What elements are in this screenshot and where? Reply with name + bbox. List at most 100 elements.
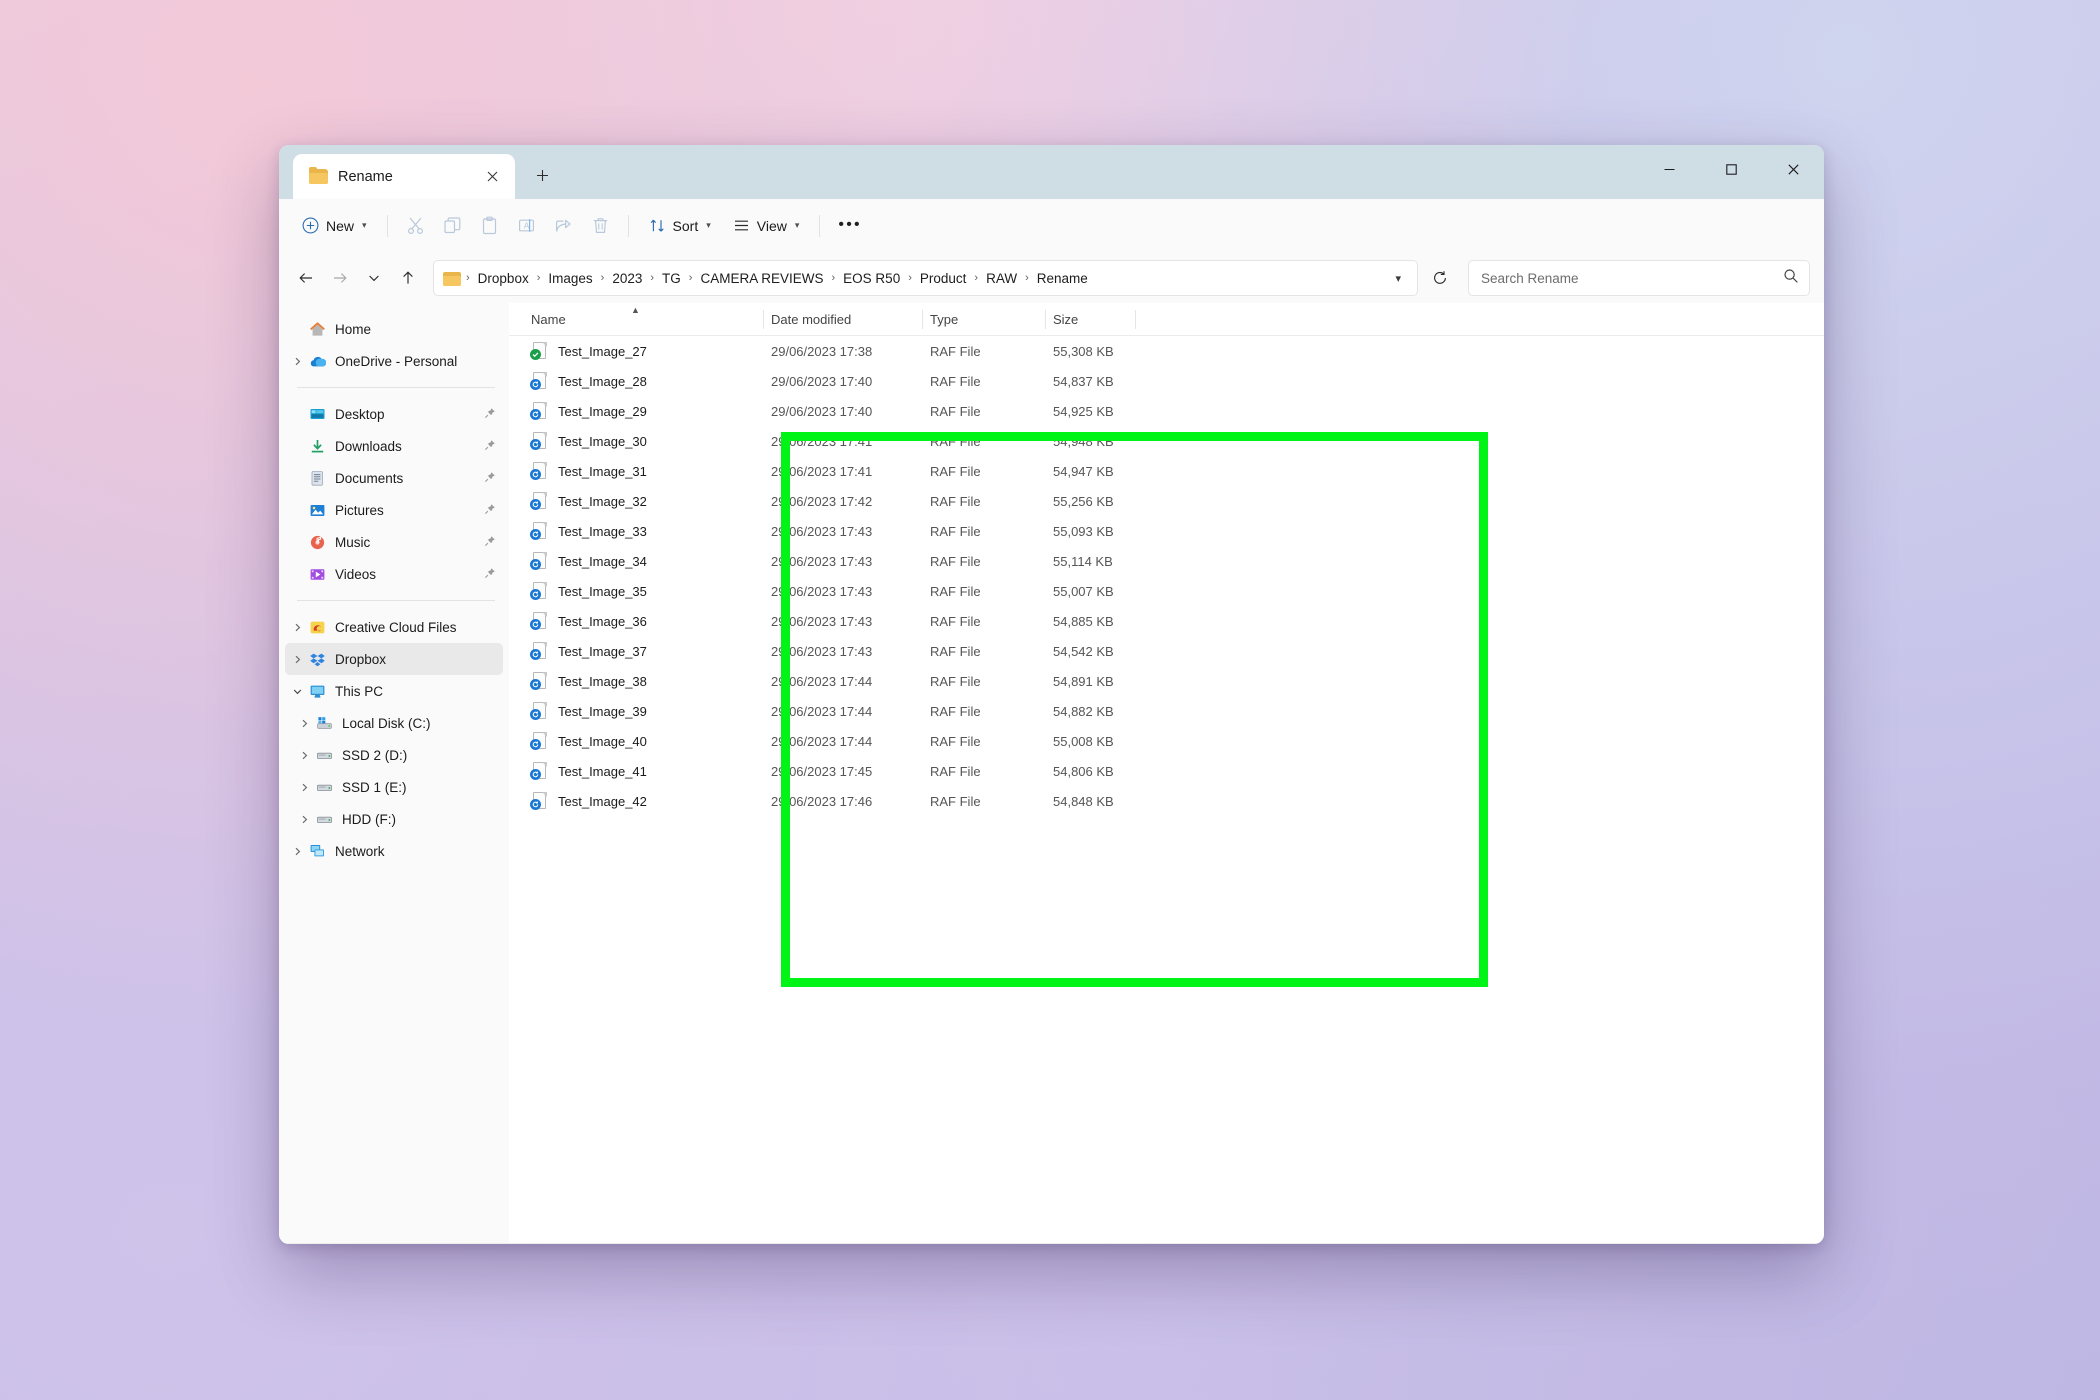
- column-header-date[interactable]: Date modified: [763, 303, 922, 336]
- sidebar-item-local-disk-c[interactable]: Local Disk (C:): [285, 707, 503, 739]
- breadcrumb-item-dropbox[interactable]: Dropbox: [472, 268, 535, 289]
- file-name-cell[interactable]: Test_Image_29: [523, 396, 763, 426]
- see-more-button[interactable]: •••: [829, 207, 870, 245]
- file-list-pane[interactable]: Name ▲ Date modified Type Size Test_Imag…: [509, 303, 1824, 1243]
- maximize-icon[interactable]: [1700, 145, 1762, 193]
- file-name-cell[interactable]: Test_Image_32: [523, 486, 763, 516]
- pin-icon[interactable]: [484, 407, 496, 422]
- chevron-right-icon[interactable]: [287, 356, 307, 367]
- sidebar-item-dropbox[interactable]: Dropbox: [285, 643, 503, 675]
- file-name-cell[interactable]: Test_Image_31: [523, 456, 763, 486]
- sidebar-item-ssd-1-e[interactable]: SSD 1 (E:): [285, 771, 503, 803]
- up-button[interactable]: [391, 261, 425, 295]
- paste-button[interactable]: [471, 207, 508, 245]
- pin-icon[interactable]: [484, 439, 496, 454]
- close-icon[interactable]: [1762, 145, 1824, 193]
- file-name-cell[interactable]: Test_Image_41: [523, 756, 763, 786]
- file-name-cell[interactable]: Test_Image_33: [523, 516, 763, 546]
- column-header-type[interactable]: Type: [922, 303, 1045, 336]
- sidebar-item-creative-cloud-files[interactable]: Creative Cloud Files: [285, 611, 503, 643]
- pin-icon[interactable]: [484, 535, 496, 550]
- new-button[interactable]: New ▾: [291, 207, 378, 245]
- chevron-right-icon[interactable]: [287, 846, 307, 857]
- file-name-cell[interactable]: Test_Image_34: [523, 546, 763, 576]
- chevron-down-icon[interactable]: [287, 686, 307, 697]
- pin-icon[interactable]: [484, 503, 496, 518]
- breadcrumb-item-camera-reviews[interactable]: CAMERA REVIEWS: [694, 268, 829, 289]
- file-name-cell[interactable]: Test_Image_42: [523, 786, 763, 816]
- file-name-cell[interactable]: Test_Image_30: [523, 426, 763, 456]
- breadcrumb[interactable]: › Dropbox › Images › 2023 › TG › CAMERA REVIEWS › E…: [433, 260, 1418, 296]
- file-name-cell[interactable]: Test_Image_36: [523, 606, 763, 636]
- close-tab-icon[interactable]: [479, 164, 505, 190]
- pin-icon[interactable]: [484, 471, 496, 486]
- table-row[interactable]: Test_Image_41 29/06/2023 17:45 RAF File 54,…: [509, 756, 1824, 786]
- chevron-right-icon[interactable]: [294, 718, 314, 729]
- copy-button[interactable]: [434, 207, 471, 245]
- sidebar-item-pictures[interactable]: Pictures: [285, 494, 503, 526]
- sidebar-item-documents[interactable]: Documents: [285, 462, 503, 494]
- file-name-cell[interactable]: Test_Image_39: [523, 696, 763, 726]
- tab-rename[interactable]: Rename: [293, 154, 515, 199]
- table-row[interactable]: Test_Image_33 29/06/2023 17:43 RAF File 55,…: [509, 516, 1824, 546]
- sidebar-item-home[interactable]: Home: [285, 313, 503, 345]
- sidebar-item-desktop[interactable]: Desktop: [285, 398, 503, 430]
- back-button[interactable]: [289, 261, 323, 295]
- table-row[interactable]: Test_Image_29 29/06/2023 17:40 RAF File 54,…: [509, 396, 1824, 426]
- sidebar-item-music[interactable]: Music: [285, 526, 503, 558]
- delete-button[interactable]: [582, 207, 619, 245]
- file-name-cell[interactable]: Test_Image_40: [523, 726, 763, 756]
- table-row[interactable]: Test_Image_27 29/06/2023 17:38 RAF File 55,…: [509, 336, 1824, 366]
- table-row[interactable]: Test_Image_35 29/06/2023 17:43 RAF File 55,…: [509, 576, 1824, 606]
- table-row[interactable]: Test_Image_40 29/06/2023 17:44 RAF File 55,…: [509, 726, 1824, 756]
- file-name-cell[interactable]: Test_Image_37: [523, 636, 763, 666]
- pin-icon[interactable]: [484, 567, 496, 582]
- column-header-spacer[interactable]: [1135, 303, 1195, 336]
- table-row[interactable]: Test_Image_28 29/06/2023 17:40 RAF File 54,…: [509, 366, 1824, 396]
- column-header-name[interactable]: Name ▲: [523, 303, 763, 336]
- minimize-icon[interactable]: [1638, 145, 1700, 193]
- forward-button[interactable]: [323, 261, 357, 295]
- chevron-right-icon[interactable]: [294, 782, 314, 793]
- table-row[interactable]: Test_Image_39 29/06/2023 17:44 RAF File 54,…: [509, 696, 1824, 726]
- breadcrumb-item-tg[interactable]: TG: [656, 268, 687, 289]
- file-name-cell[interactable]: Test_Image_38: [523, 666, 763, 696]
- table-row[interactable]: Test_Image_42 29/06/2023 17:46 RAF File 54,…: [509, 786, 1824, 816]
- table-row[interactable]: Test_Image_38 29/06/2023 17:44 RAF File 54,…: [509, 666, 1824, 696]
- navigation-pane[interactable]: Home OneDrive - Personal Desktop Downloads D…: [279, 303, 509, 1243]
- file-name-cell[interactable]: Test_Image_35: [523, 576, 763, 606]
- share-button[interactable]: [545, 207, 582, 245]
- file-rows[interactable]: Test_Image_27 29/06/2023 17:38 RAF File 55,…: [509, 336, 1824, 816]
- table-row[interactable]: Test_Image_37 29/06/2023 17:43 RAF File 54,…: [509, 636, 1824, 666]
- rename-button[interactable]: A: [508, 207, 545, 245]
- search-input[interactable]: [1481, 270, 1783, 286]
- search-box[interactable]: [1468, 260, 1810, 296]
- sidebar-item-onedrive-personal[interactable]: OneDrive - Personal: [285, 345, 503, 377]
- chevron-right-icon[interactable]: [287, 654, 307, 665]
- column-header-size[interactable]: Size: [1045, 303, 1135, 336]
- view-button[interactable]: View ▾: [722, 207, 811, 245]
- breadcrumb-item-product[interactable]: Product: [914, 268, 973, 289]
- breadcrumb-item-2023[interactable]: 2023: [606, 268, 648, 289]
- sidebar-item-this-pc[interactable]: This PC: [285, 675, 503, 707]
- new-tab-button[interactable]: [527, 161, 557, 189]
- breadcrumb-item-eos-r50[interactable]: EOS R50: [837, 268, 906, 289]
- breadcrumb-item-raw[interactable]: RAW: [980, 268, 1023, 289]
- sidebar-item-ssd-2-d[interactable]: SSD 2 (D:): [285, 739, 503, 771]
- sidebar-item-videos[interactable]: Videos: [285, 558, 503, 590]
- breadcrumb-item-rename[interactable]: Rename: [1031, 268, 1094, 289]
- file-name-cell[interactable]: Test_Image_27: [523, 336, 763, 366]
- cut-button[interactable]: [397, 207, 434, 245]
- search-icon[interactable]: [1783, 268, 1799, 289]
- chevron-down-icon[interactable]: ▾: [1387, 272, 1409, 285]
- sidebar-item-hdd-f[interactable]: HDD (F:): [285, 803, 503, 835]
- chevron-right-icon[interactable]: [294, 750, 314, 761]
- table-row[interactable]: Test_Image_34 29/06/2023 17:43 RAF File 55,…: [509, 546, 1824, 576]
- table-row[interactable]: Test_Image_30 29/06/2023 17:41 RAF File 54,…: [509, 426, 1824, 456]
- file-name-cell[interactable]: Test_Image_28: [523, 366, 763, 396]
- sidebar-item-downloads[interactable]: Downloads: [285, 430, 503, 462]
- table-row[interactable]: Test_Image_32 29/06/2023 17:42 RAF File 55,…: [509, 486, 1824, 516]
- table-row[interactable]: Test_Image_36 29/06/2023 17:43 RAF File 54,…: [509, 606, 1824, 636]
- chevron-right-icon[interactable]: [294, 814, 314, 825]
- table-row[interactable]: Test_Image_31 29/06/2023 17:41 RAF File 54,…: [509, 456, 1824, 486]
